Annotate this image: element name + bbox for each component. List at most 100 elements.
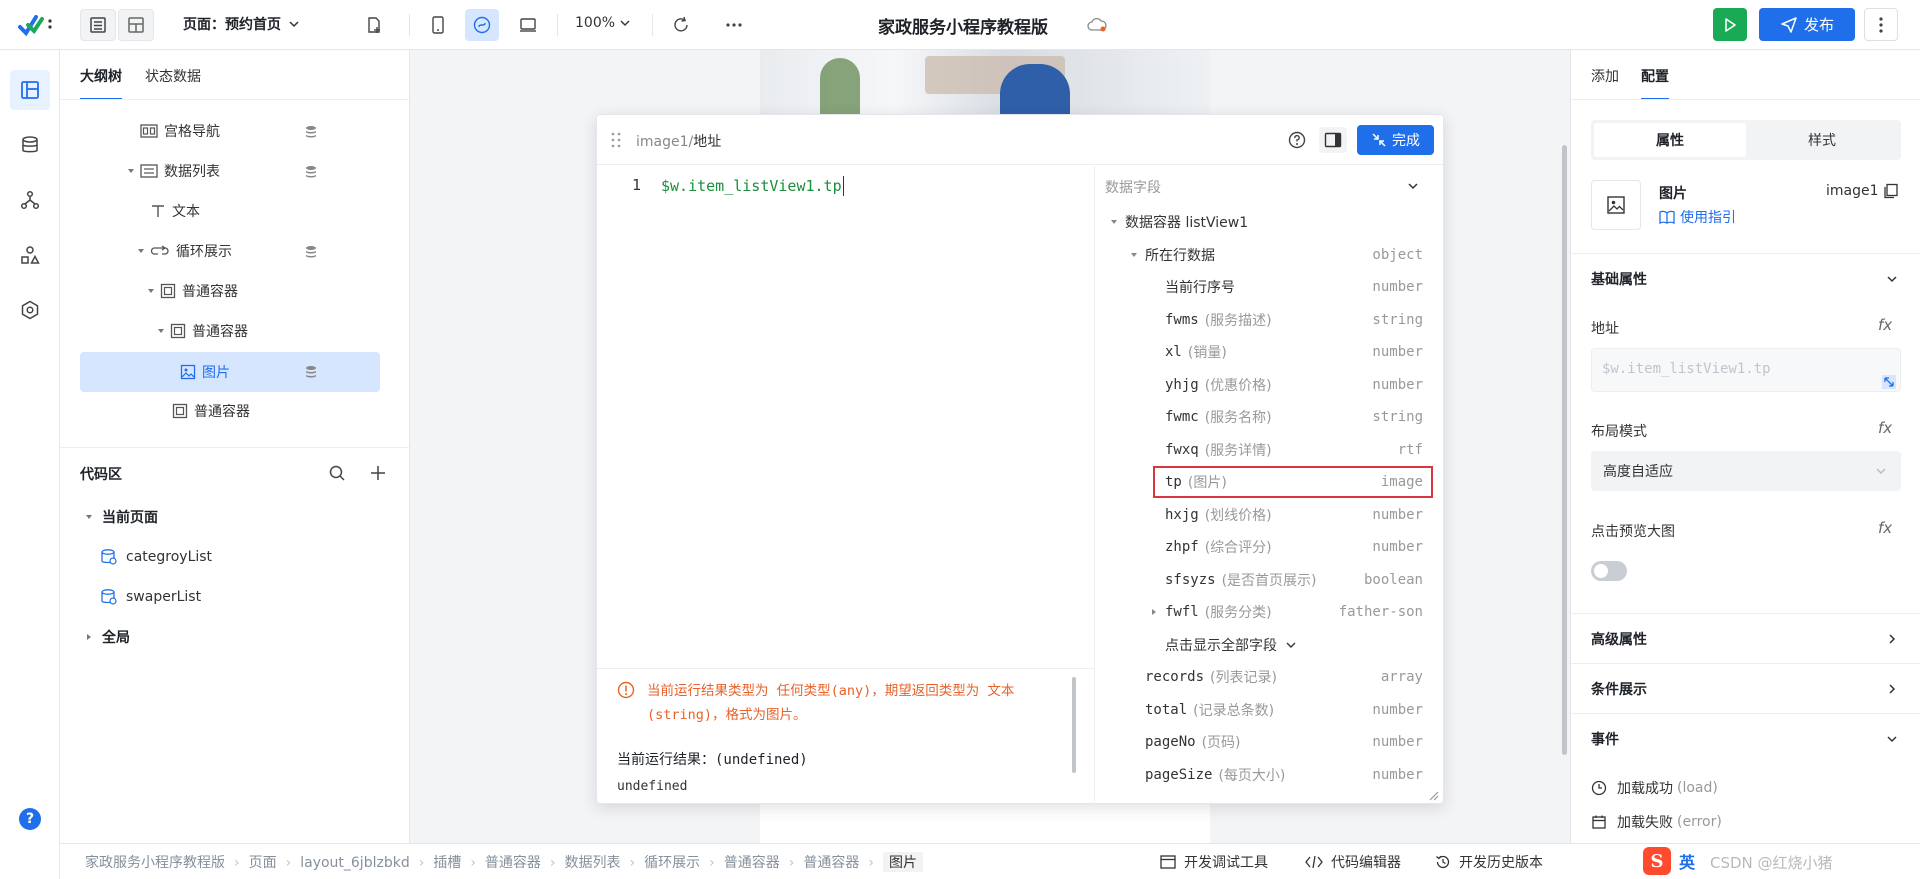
show-all-fields-link[interactable]: 点击显示全部字段 [1095, 629, 1443, 661]
app-logo-icon[interactable] [16, 12, 56, 38]
workflow-icon[interactable] [10, 180, 50, 220]
search-icon[interactable] [328, 464, 346, 482]
code-editor-button[interactable]: 代码编辑器 [1305, 852, 1401, 872]
field-pageNo[interactable]: pageNo (页码) number [1095, 726, 1443, 758]
copy-icon[interactable] [1883, 183, 1899, 199]
field-records[interactable]: records (列表记录) array [1095, 661, 1443, 693]
field-container[interactable]: 数据容器 listView1 [1095, 206, 1443, 238]
field-pageSize[interactable]: pageSize (每页大小) number [1095, 759, 1443, 791]
tab-add[interactable]: 添加 [1591, 66, 1619, 86]
ime-indicator[interactable]: S 英 [1643, 847, 1695, 875]
code-group-global[interactable]: 全局 [84, 617, 130, 657]
tree-item-data-list[interactable]: 数据列表 [126, 151, 376, 191]
event-item-load[interactable]: 加载成功 (load) [1591, 778, 1718, 798]
field-row-data[interactable]: 所在行数据 object [1095, 239, 1443, 271]
tree-item-container[interactable]: 普通容器 [172, 391, 372, 431]
page-selector[interactable]: 页面：预约首页 [183, 14, 301, 34]
breadcrumb-item[interactable]: 循环展示 [644, 852, 700, 872]
breadcrumb-item[interactable]: 普通容器 [485, 852, 541, 872]
refresh-icon[interactable] [667, 11, 695, 39]
preview-large-toggle[interactable] [1591, 561, 1627, 581]
advanced-props-header[interactable]: 高级属性 [1571, 613, 1920, 663]
breadcrumb-item[interactable]: 家政服务小程序教程版 [85, 852, 225, 872]
segment-style[interactable]: 样式 [1746, 123, 1898, 157]
events-header[interactable]: 事件 [1571, 713, 1920, 763]
breadcrumb-item[interactable]: 数据列表 [565, 852, 621, 872]
help-icon[interactable]: ? [19, 808, 41, 830]
breadcrumb-item[interactable]: 普通容器 [803, 852, 859, 872]
field-zhpf[interactable]: zhpf (综合评分) number [1095, 531, 1443, 563]
fx-icon[interactable]: fx [1878, 316, 1892, 334]
layout-mode-select[interactable]: 高度自适应 [1591, 451, 1901, 491]
breadcrumb-item[interactable]: 普通容器 [724, 852, 780, 872]
field-fwfl[interactable]: fwfl (服务分类) father-son [1095, 596, 1443, 628]
layout-view-icon[interactable] [118, 9, 154, 41]
segment-properties[interactable]: 属性 [1594, 123, 1746, 157]
mobile-preview-icon[interactable] [422, 9, 454, 41]
tree-item-grid-nav[interactable]: 宫格导航 [140, 111, 380, 151]
data-fields-header[interactable]: 数据字段 [1095, 166, 1443, 206]
database-icon[interactable] [10, 125, 50, 165]
event-item-error[interactable]: 加载失败 (error) [1591, 812, 1722, 832]
run-button[interactable] [1713, 8, 1747, 41]
add-icon[interactable] [370, 465, 386, 481]
tree-item-container[interactable]: 普通容器 [146, 271, 346, 311]
code-line[interactable]: $w.item_listView1.tp [661, 176, 844, 196]
breadcrumb-item[interactable]: 图片 [882, 852, 923, 872]
zoom-selector[interactable]: 100% [575, 15, 631, 31]
tree-item-container[interactable]: 普通容器 [156, 311, 356, 351]
toggle-side-panel-icon[interactable] [1319, 127, 1347, 153]
address-input[interactable]: $w.item_listView1.tp [1591, 348, 1901, 392]
fx-icon[interactable]: fx [1878, 519, 1892, 537]
tab-outline-tree[interactable]: 大纲树 [80, 66, 122, 100]
field-row-index[interactable]: 当前行序号 number [1095, 271, 1443, 303]
help-circle-icon[interactable] [1288, 131, 1306, 149]
dev-tools-button[interactable]: 开发调试工具 [1160, 852, 1268, 872]
desktop-preview-icon[interactable] [512, 9, 544, 41]
code-editor[interactable]: 1 $w.item_listView1.tp [597, 166, 1094, 666]
chevron-down-icon [1286, 642, 1296, 648]
field-fwxq[interactable]: fwxq (服务详情) rtf [1095, 434, 1443, 466]
field-yhjg[interactable]: yhjg (优惠价格) number [1095, 369, 1443, 401]
field-hxjg[interactable]: hxjg (划线价格) number [1095, 499, 1443, 531]
tree-item-loop[interactable]: 循环展示 [136, 231, 376, 271]
conditional-display-header[interactable]: 条件展示 [1571, 663, 1920, 713]
canvas-scrollbar[interactable] [1562, 145, 1567, 755]
tab-state-data[interactable]: 状态数据 [145, 66, 201, 86]
more-icon[interactable] [720, 11, 748, 39]
tree-item-text[interactable]: 文本 [150, 191, 350, 231]
breadcrumb-item[interactable]: 页面 [249, 852, 277, 872]
tab-config[interactable]: 配置 [1641, 66, 1669, 100]
code-group-current-page[interactable]: 当前页面 [84, 497, 158, 537]
tree-item-image-selected[interactable]: 图片 [80, 352, 380, 392]
components-icon[interactable] [10, 235, 50, 275]
code-item-swaperList[interactable]: swaperList [100, 577, 201, 617]
outline-tree-nav-icon[interactable] [10, 70, 50, 110]
result-scrollbar[interactable] [1072, 677, 1076, 773]
field-fwmc[interactable]: fwmc (服务名称) string [1095, 401, 1443, 433]
dev-history-button[interactable]: 开发历史版本 [1435, 852, 1543, 872]
field-tp[interactable]: tp (图片) image [1153, 466, 1433, 498]
add-page-icon[interactable] [360, 12, 388, 38]
breadcrumb-item[interactable]: layout_6jblzbkd [300, 855, 409, 871]
done-button[interactable]: 完成 [1357, 125, 1434, 155]
field-xl[interactable]: xl (销量) number [1095, 336, 1443, 368]
miniprogram-preview-icon[interactable] [465, 9, 499, 41]
more-menu-button[interactable] [1864, 8, 1898, 41]
publish-button[interactable]: 发布 [1759, 8, 1855, 41]
field-fwms[interactable]: fwms (服务描述) string [1095, 304, 1443, 336]
resize-handle-icon[interactable] [1427, 789, 1439, 801]
field-name: pageSize [1145, 766, 1213, 783]
code-item-categroyList[interactable]: categroyList [100, 537, 212, 577]
breadcrumb-item[interactable]: 插槽 [433, 852, 461, 872]
basic-props-header[interactable]: 基础属性 [1571, 253, 1920, 303]
expand-editor-icon[interactable] [1882, 375, 1896, 389]
outline-view-icon[interactable] [80, 9, 116, 41]
drag-handle-icon[interactable] [611, 132, 621, 148]
editor-path-prefix: image1/ [636, 134, 694, 150]
field-sfsyzs[interactable]: sfsyzs (是否首页展示) boolean [1095, 564, 1443, 596]
usage-guide-link[interactable]: 使用指引 [1659, 207, 1736, 227]
settings-hexagon-icon[interactable] [10, 290, 50, 330]
fx-icon[interactable]: fx [1878, 419, 1892, 437]
field-total[interactable]: total (记录总条数) number [1095, 694, 1443, 726]
